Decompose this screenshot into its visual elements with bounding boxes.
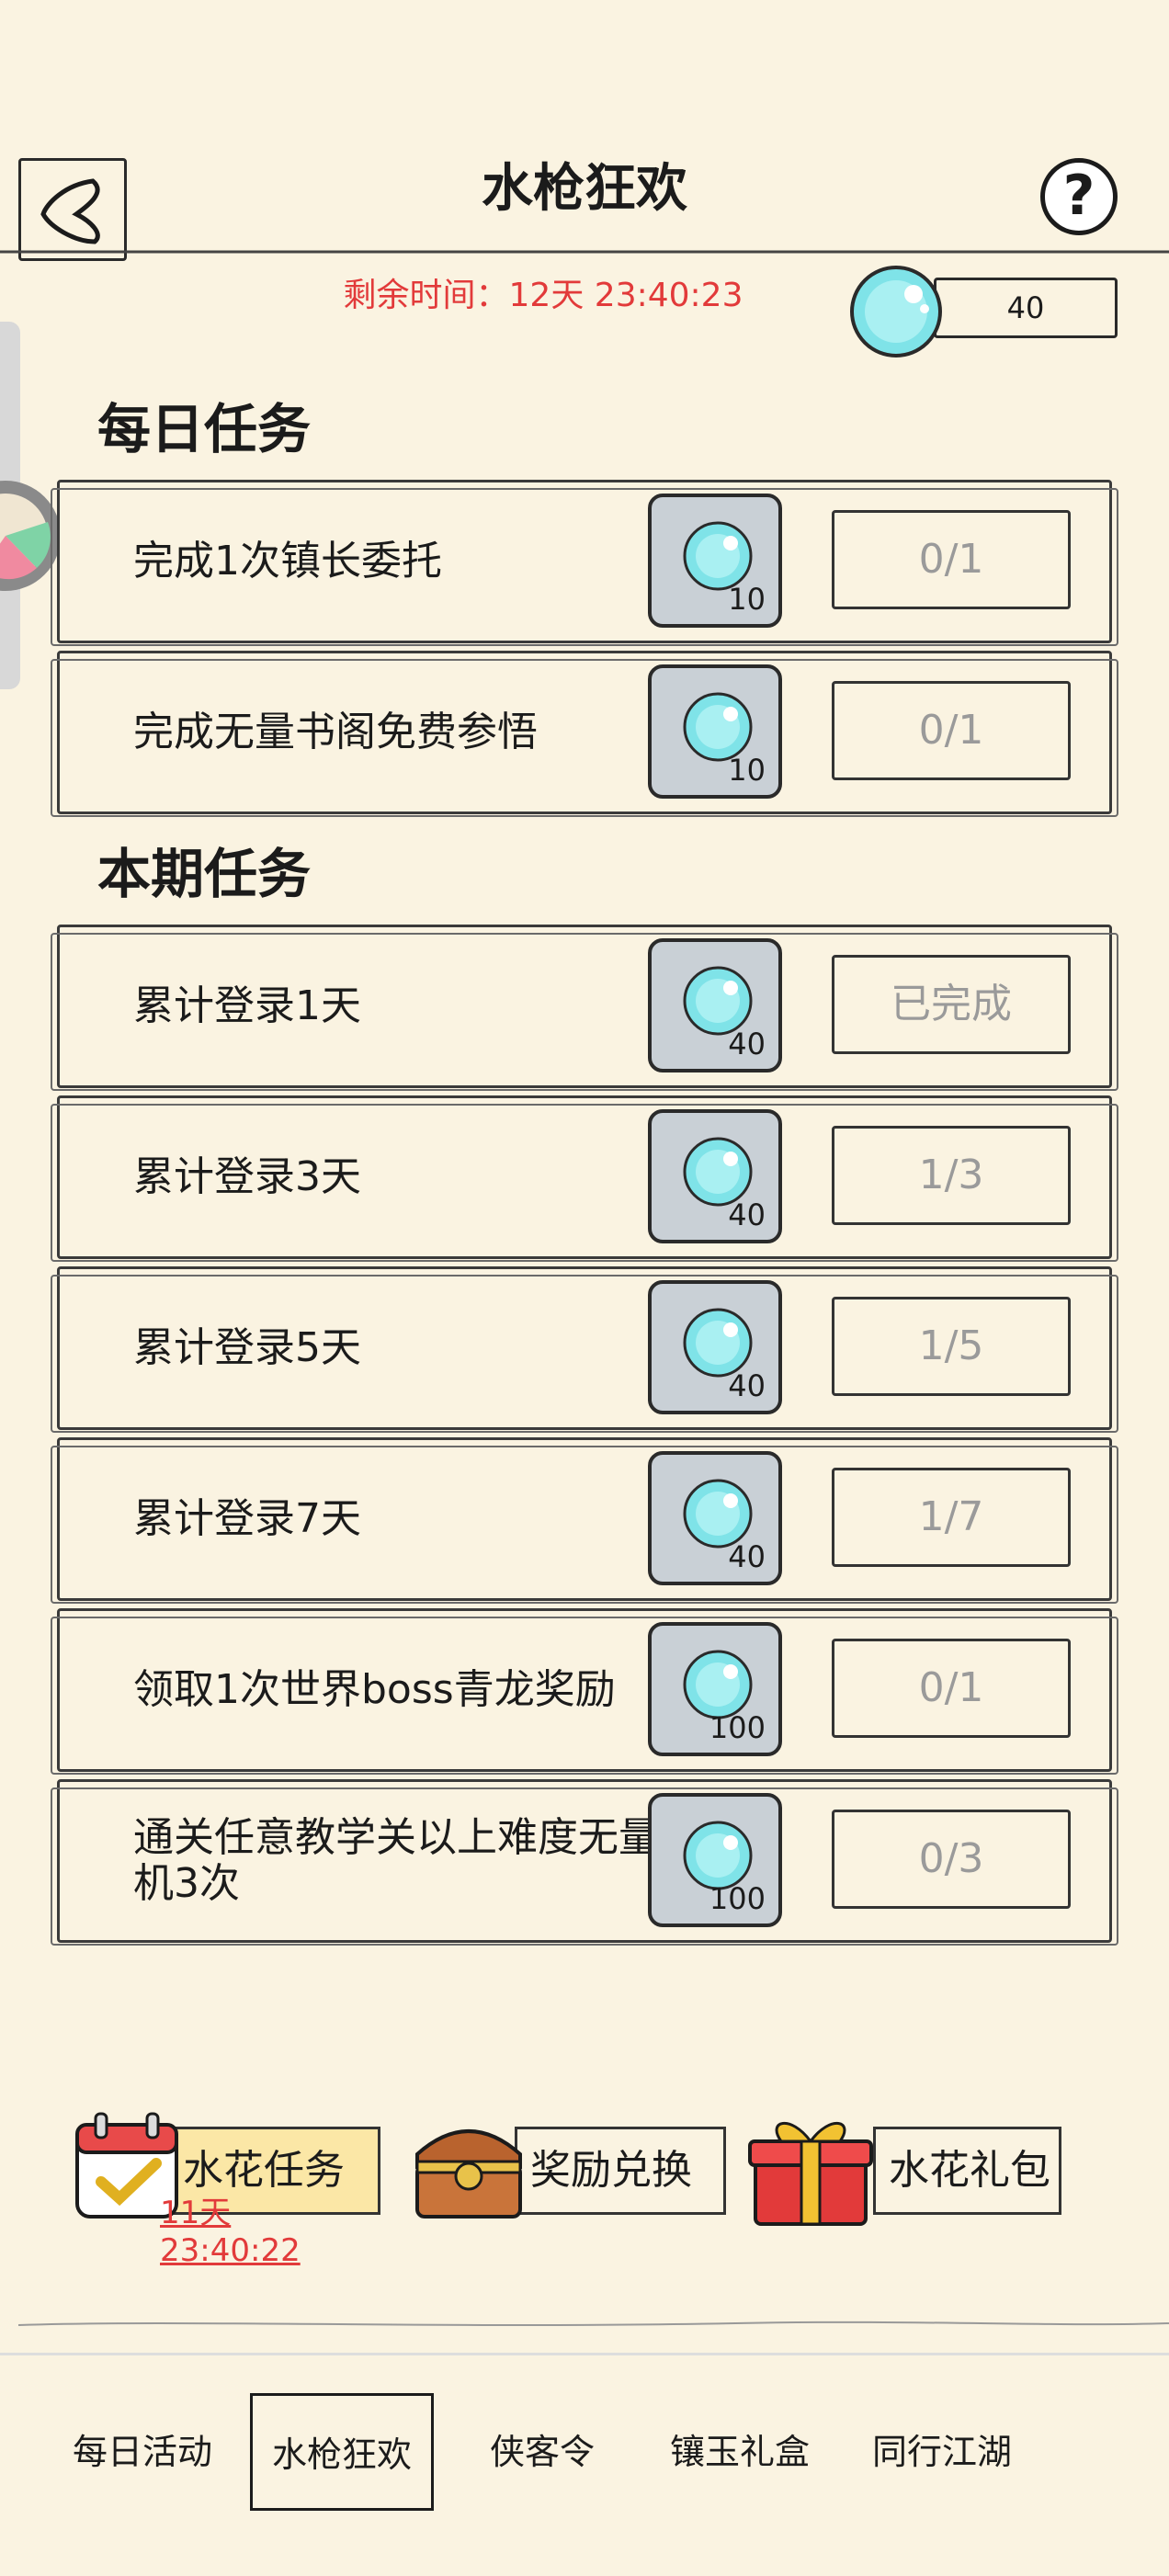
task-progress[interactable]: 0/1 bbox=[832, 681, 1071, 780]
help-icon[interactable]: ? bbox=[1040, 158, 1118, 235]
task-reward: 100 bbox=[648, 1622, 782, 1756]
tab-fellow-jianghu[interactable]: 同行江湖 bbox=[846, 2393, 1038, 2511]
page-title: 水枪狂欢 bbox=[482, 159, 687, 219]
task-row: 累计登录5天 40 1/5 bbox=[51, 1266, 1118, 1433]
task-label: 累计登录1天 bbox=[133, 982, 361, 1029]
task-row: 完成无量书阁免费参悟 10 0/1 bbox=[51, 651, 1118, 817]
task-label: 累计登录3天 bbox=[133, 1153, 361, 1200]
bubble-balance: 40 bbox=[934, 278, 1118, 338]
task-label: 累计登录7天 bbox=[133, 1495, 361, 1542]
tabbar-divider bbox=[17, 2321, 1169, 2326]
task-progress[interactable]: 1/7 bbox=[832, 1468, 1071, 1567]
reward-amount: 10 bbox=[728, 753, 766, 788]
splash-tasks-button[interactable]: 水花任务 11天 23:40:22 bbox=[68, 2105, 380, 2269]
reward-amount: 40 bbox=[728, 1197, 766, 1232]
task-row: 累计登录7天 40 1/7 bbox=[51, 1437, 1118, 1604]
reward-amount: 10 bbox=[728, 582, 766, 617]
task-reward: 40 bbox=[648, 1109, 782, 1243]
task-row: 累计登录3天 40 1/3 bbox=[51, 1095, 1118, 1262]
period-tasks-heading: 本期任务 bbox=[97, 843, 312, 905]
task-progress[interactable]: 1/5 bbox=[832, 1297, 1071, 1396]
task-reward: 10 bbox=[648, 494, 782, 628]
task-label: 通关任意教学关以上难度无量天机3次 bbox=[133, 1814, 699, 1907]
treasure-chest-icon bbox=[415, 2129, 522, 2219]
task-reward: 100 bbox=[648, 1793, 782, 1927]
tab-xiake-ling[interactable]: 侠客令 bbox=[450, 2393, 634, 2511]
task-row: 领取1次世界boss青龙奖励 100 0/1 bbox=[51, 1608, 1118, 1775]
task-reward: 40 bbox=[648, 1280, 782, 1414]
reward-amount: 100 bbox=[709, 1881, 766, 1916]
task-progress[interactable]: 1/3 bbox=[832, 1126, 1071, 1225]
splash-gift-label: 水花礼包 bbox=[873, 2127, 1061, 2215]
task-reward: 10 bbox=[648, 664, 782, 799]
task-label: 领取1次世界boss青龙奖励 bbox=[133, 1666, 616, 1713]
task-progress[interactable]: 已完成 bbox=[832, 955, 1071, 1054]
task-label: 完成1次镇长委托 bbox=[133, 538, 442, 584]
reward-exchange-button[interactable]: 奖励兑换 bbox=[404, 2105, 726, 2233]
reward-amount: 40 bbox=[728, 1368, 766, 1403]
header-divider bbox=[0, 250, 1169, 254]
gift-box-icon bbox=[748, 2122, 873, 2226]
task-label: 完成无量书阁免费参悟 bbox=[133, 709, 538, 755]
task-row: 累计登录1天 40 已完成 bbox=[51, 925, 1118, 1091]
task-row: 通关任意教学关以上难度无量天机3次 100 0/3 bbox=[51, 1779, 1118, 1946]
task-row: 完成1次镇长委托 10 0/1 bbox=[51, 480, 1118, 646]
tab-jade-gift-box[interactable]: 镶玉礼盒 bbox=[643, 2393, 836, 2511]
daily-tasks-heading: 每日任务 bbox=[97, 398, 312, 460]
reward-amount: 40 bbox=[728, 1539, 766, 1574]
splash-tasks-timer: 11天 23:40:22 bbox=[160, 2195, 301, 2269]
water-bubble-icon bbox=[846, 261, 947, 362]
task-progress[interactable]: 0/3 bbox=[832, 1810, 1071, 1909]
task-reward: 40 bbox=[648, 1451, 782, 1585]
splash-gift-button[interactable]: 水花礼包 bbox=[744, 2105, 1061, 2233]
tab-daily-activity[interactable]: 每日活动 bbox=[37, 2393, 248, 2511]
reward-amount: 40 bbox=[728, 1027, 766, 1061]
task-progress[interactable]: 0/1 bbox=[832, 1639, 1071, 1738]
task-reward: 40 bbox=[648, 938, 782, 1072]
tab-water-gun-carnival[interactable]: 水枪狂欢 bbox=[250, 2393, 434, 2511]
task-progress[interactable]: 0/1 bbox=[832, 510, 1071, 609]
reward-exchange-label: 奖励兑换 bbox=[515, 2127, 726, 2215]
reward-amount: 100 bbox=[709, 1710, 766, 1745]
task-label: 累计登录5天 bbox=[133, 1324, 361, 1371]
